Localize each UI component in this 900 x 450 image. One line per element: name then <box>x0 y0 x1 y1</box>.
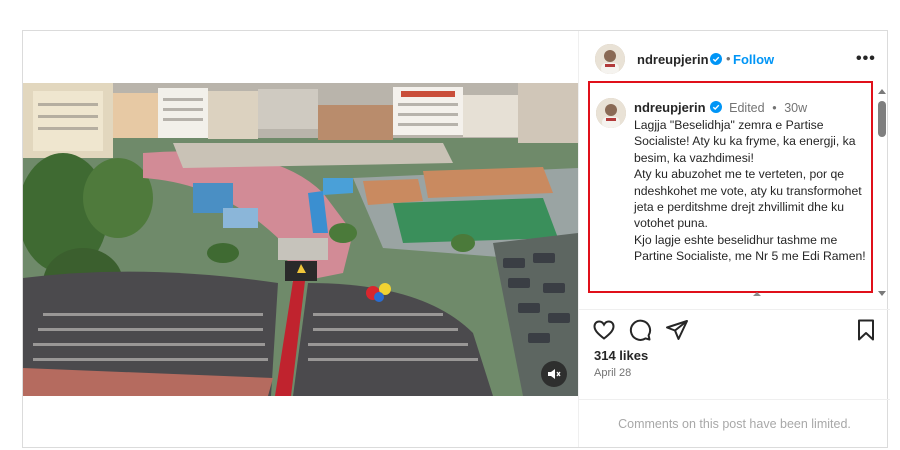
avatar-image <box>595 44 625 74</box>
caption-header: ndreupjerin Edited • 30w <box>634 100 807 115</box>
post-header: ndreupjerin • Follow ••• <box>579 31 890 87</box>
post-age[interactable]: 30w <box>784 101 807 115</box>
scroll-up-arrow-icon[interactable] <box>878 89 886 94</box>
header-separator: • <box>726 51 731 66</box>
post-sidebar: ndreupjerin • Follow ••• ndreupjerin Edi <box>578 31 890 447</box>
scroll-down-arrow-icon[interactable] <box>878 291 886 296</box>
post-date[interactable]: April 28 <box>594 367 631 379</box>
post-media[interactable] <box>23 31 578 447</box>
avatar-image <box>596 98 626 128</box>
mute-button[interactable] <box>541 361 567 387</box>
action-bar <box>579 309 890 350</box>
more-options-button[interactable]: ••• <box>856 50 876 68</box>
follow-button[interactable]: Follow <box>733 52 774 67</box>
caption-avatar[interactable] <box>596 98 626 128</box>
heart-icon[interactable] <box>592 318 616 342</box>
scrollbar-thumb[interactable] <box>878 101 886 137</box>
comments-limited-notice: Comments on this post have been limited. <box>579 399 890 448</box>
verified-badge-icon <box>709 101 722 113</box>
comment-icon[interactable] <box>628 318 652 342</box>
likes-count[interactable]: 314 likes <box>594 348 648 363</box>
header-username[interactable]: ndreupjerin <box>637 52 709 67</box>
instagram-post: ndreupjerin • Follow ••• ndreupjerin Edi <box>22 30 890 448</box>
bookmark-icon[interactable] <box>854 318 878 342</box>
avatar[interactable] <box>595 44 625 74</box>
caption-scrollbar[interactable] <box>876 87 890 299</box>
caption-username[interactable]: ndreupjerin <box>634 100 706 115</box>
verified-badge-icon <box>710 53 722 65</box>
caption-text: Lagjja "Beselidhja" zemra e Partise Soci… <box>634 118 866 264</box>
caption-separator: • <box>772 101 777 115</box>
edited-label: Edited <box>729 101 765 115</box>
share-icon[interactable] <box>665 318 689 342</box>
caption-highlight-box: ndreupjerin Edited • 30w Lagjja "Beselid… <box>588 81 873 293</box>
aerial-photo <box>23 83 578 396</box>
caret-up-icon <box>753 292 761 296</box>
speaker-muted-icon <box>548 369 561 379</box>
